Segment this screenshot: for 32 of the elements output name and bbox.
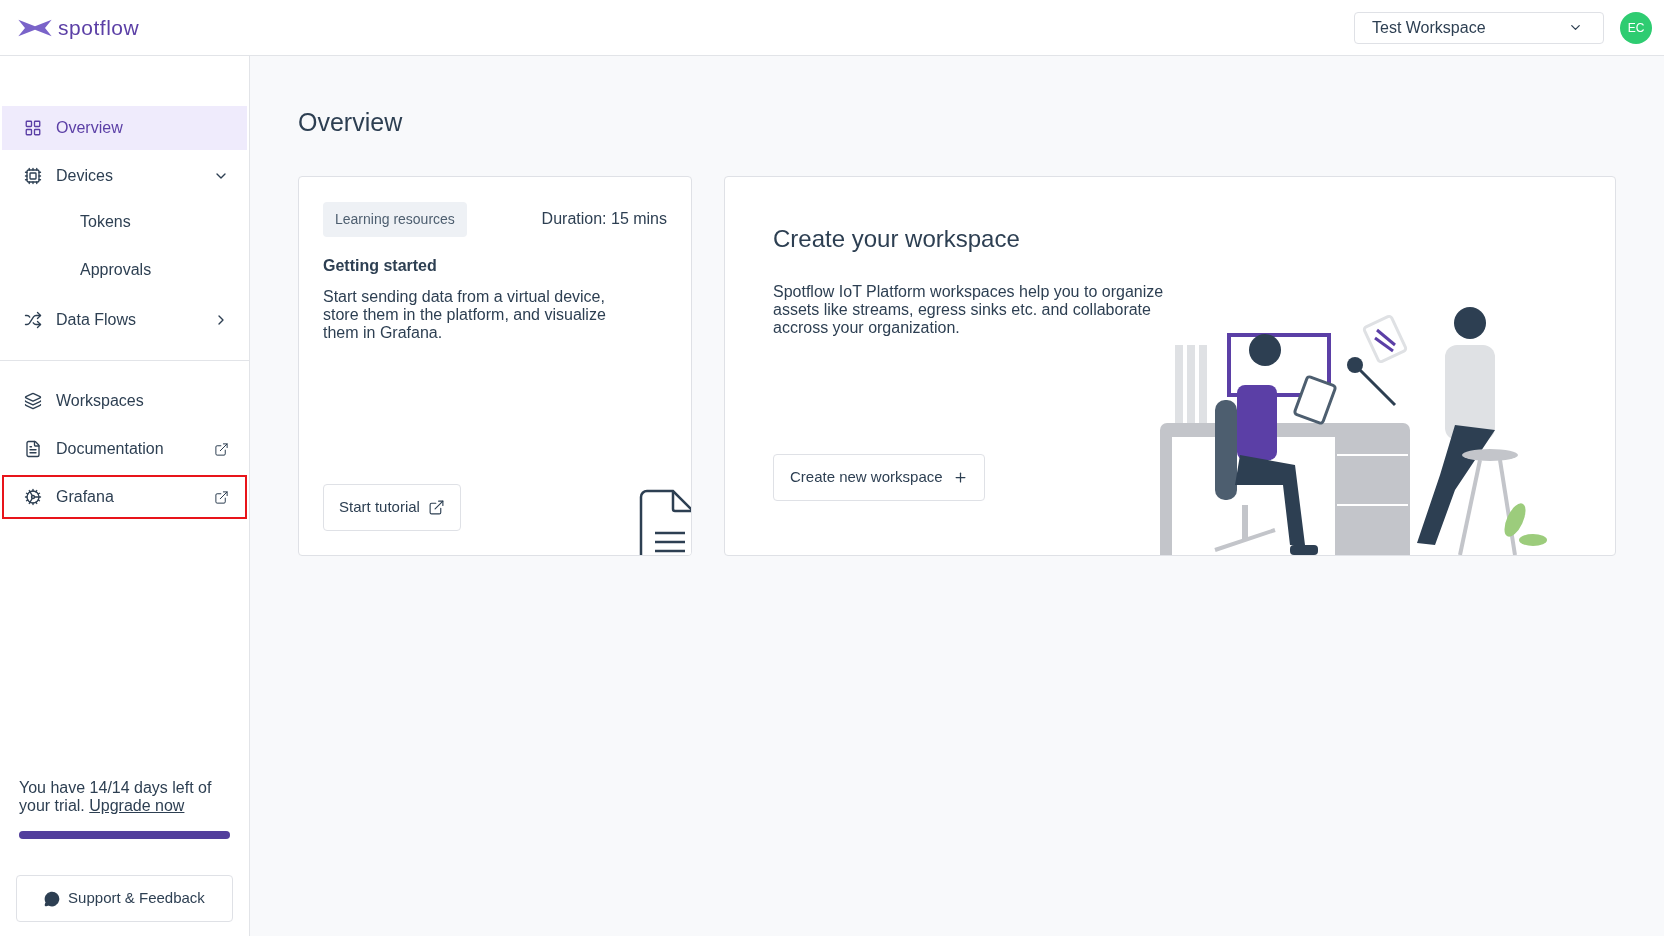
layers-icon (24, 392, 42, 410)
nav-subitem[interactable]: Tokens (80, 198, 249, 246)
page-title: Overview (298, 107, 404, 138)
nav-item[interactable]: Data Flows (2, 298, 247, 342)
card-description: Start sending data from a virtual device, store them in the platform, and visualize them in Grafana. (323, 287, 607, 342)
grid-icon (24, 119, 42, 137)
shuffle-icon (24, 311, 42, 329)
logo-icon (16, 17, 54, 38)
logo-text: spotflow (58, 14, 140, 41)
external-link-icon (427, 498, 445, 516)
create-workspace-button[interactable]: Create new workspace (773, 453, 985, 501)
nav-item[interactable]: Workspaces (2, 379, 247, 423)
nav-item[interactable]: Documentation (2, 427, 247, 471)
upgrade-link[interactable]: Upgrade now (89, 797, 185, 814)
duration-label: Duration: 15 mins (541, 209, 667, 229)
nav-item[interactable]: Overview (2, 106, 247, 150)
trial-message: You have 14/14 days left of your trial. Upgrade now (19, 779, 213, 815)
support-feedback-button[interactable]: Support & Feedback (16, 875, 233, 922)
gear-icon (24, 488, 42, 506)
nav-item[interactable]: Grafana (2, 475, 247, 519)
card-title: Getting started (323, 255, 438, 276)
workspace-select[interactable]: Test Workspace (1354, 11, 1604, 44)
learning-resources-tag: Learning resources (323, 201, 467, 237)
plus-icon (952, 469, 968, 485)
card-title: Create your workspace (773, 223, 1021, 254)
document-icon (24, 440, 42, 458)
nav-item[interactable]: Devices (2, 154, 247, 198)
card-description: Spotflow IoT Platform workspaces help you to organize assets like streams, egress sinks etc. and collaborate accross your organization. (773, 282, 1165, 337)
chip-icon (24, 167, 42, 185)
chat-bubble-icon (44, 890, 61, 907)
start-tutorial-button[interactable]: Start tutorial (323, 483, 461, 531)
nav-subitem[interactable]: Approvals (80, 246, 249, 294)
